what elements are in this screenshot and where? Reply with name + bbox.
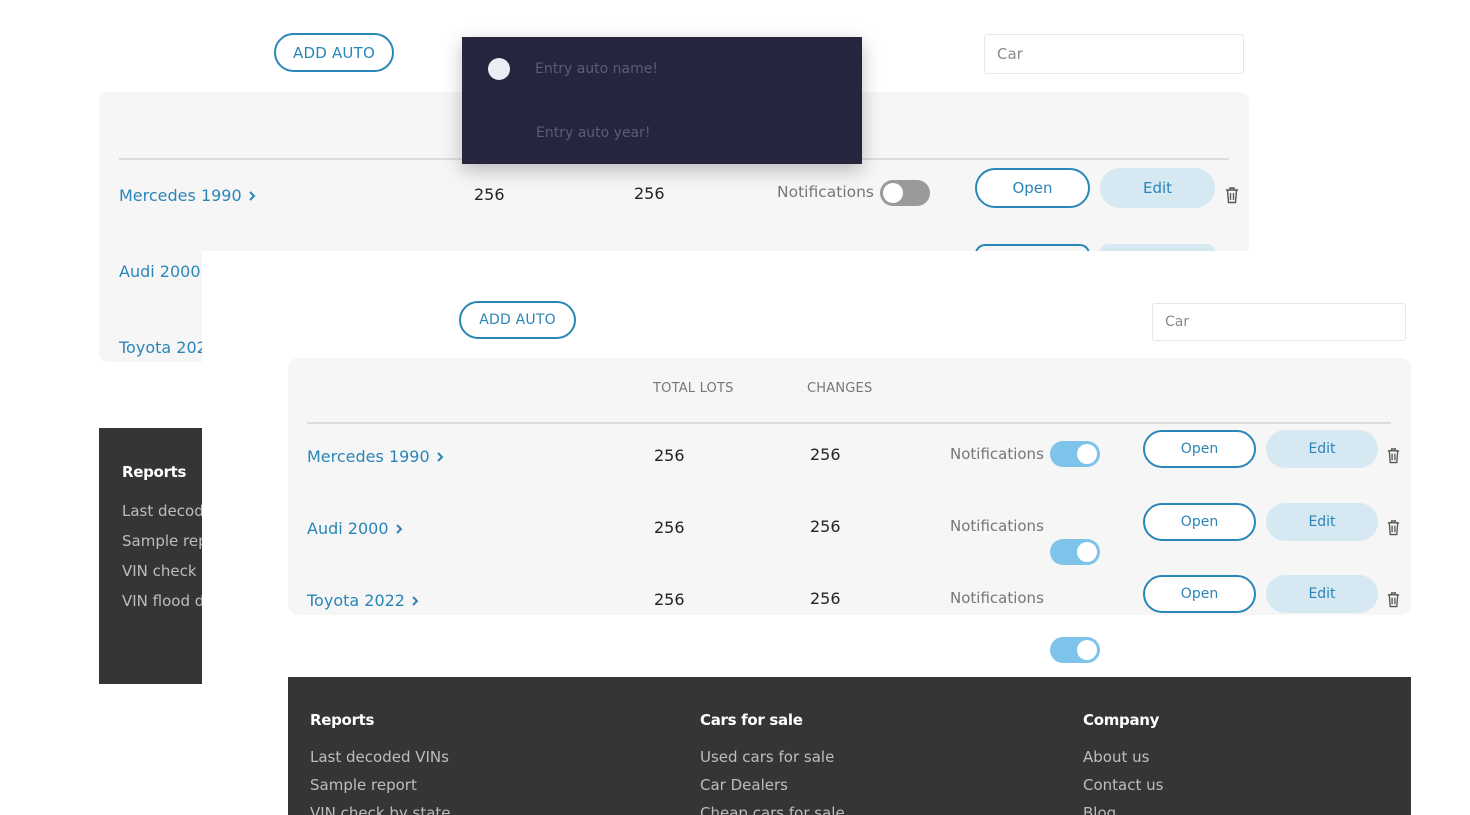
- car-link-mercedes[interactable]: Mercedes 1990: [307, 447, 444, 466]
- add-auto-button[interactable]: ADD AUTO: [459, 301, 576, 339]
- changes-value: 256: [810, 589, 841, 608]
- chevron-right-icon: [395, 523, 402, 534]
- notifications-label: Notifications: [950, 589, 1044, 607]
- footer-heading-cars-for-sale: Cars for sale: [700, 711, 803, 729]
- total-lots-value: 256: [654, 590, 685, 609]
- car-link-toyota[interactable]: Toyota 2022: [307, 591, 419, 610]
- open-button[interactable]: Open: [1143, 430, 1256, 468]
- front-screen: ADD AUTO Car TOTAL LOTS CHANGES Mercedes…: [202, 251, 1470, 815]
- footer-heading-reports: Reports: [310, 711, 375, 729]
- total-lots-value: 256: [654, 446, 685, 465]
- edit-button[interactable]: Edit: [1266, 575, 1378, 613]
- open-button[interactable]: Open: [975, 168, 1090, 208]
- open-button[interactable]: Open: [1143, 503, 1256, 541]
- car-name: Audi 2000: [119, 262, 201, 281]
- footer-link[interactable]: Blog: [1083, 804, 1116, 815]
- car-name: Audi 2000: [307, 519, 389, 538]
- add-auto-button[interactable]: ADD AUTO: [274, 33, 394, 72]
- notifications-label: Notifications: [950, 445, 1044, 463]
- edit-button[interactable]: Edit: [1100, 168, 1215, 208]
- chevron-right-icon: [248, 190, 256, 201]
- edit-button[interactable]: Edit: [1266, 503, 1378, 541]
- car-link-mercedes[interactable]: Mercedes 1990: [119, 186, 256, 205]
- chevron-right-icon: [436, 451, 444, 462]
- notifications-label: Notifications: [777, 183, 875, 201]
- car-link-audi[interactable]: Audi 2000: [119, 262, 201, 281]
- footer-link[interactable]: Cheap cars for sale: [700, 804, 845, 815]
- notifications-toggle[interactable]: [1050, 441, 1100, 467]
- total-lots-value: 256: [474, 185, 505, 204]
- footer-link[interactable]: VIN check by state: [310, 804, 451, 815]
- open-button[interactable]: Open: [1143, 575, 1256, 613]
- radio-dot-icon[interactable]: [488, 58, 510, 80]
- car-name: Mercedes 1990: [307, 447, 430, 466]
- car-link-audi[interactable]: Audi 2000: [307, 519, 403, 538]
- footer: Reports Last decoded VINs Sample report …: [288, 677, 1411, 815]
- footer-link[interactable]: About us: [1083, 748, 1149, 766]
- column-header-total-lots: TOTAL LOTS: [653, 381, 734, 396]
- car-name: Mercedes 1990: [119, 186, 242, 205]
- add-auto-popup: Entry auto name! Entry auto year!: [462, 37, 862, 164]
- trash-icon[interactable]: [1386, 519, 1401, 536]
- trash-icon[interactable]: [1386, 591, 1401, 608]
- column-header-changes: CHANGES: [807, 381, 873, 396]
- footer-link[interactable]: Last decoded VINs: [310, 748, 449, 766]
- footer-link[interactable]: Sample report: [310, 776, 417, 794]
- notifications-toggle[interactable]: [1050, 539, 1100, 565]
- notifications-label: Notifications: [950, 517, 1044, 535]
- notifications-toggle[interactable]: [1050, 637, 1100, 663]
- footer-heading-reports: Reports: [122, 463, 187, 481]
- trash-icon[interactable]: [1386, 447, 1401, 464]
- car-name: Toyota 2022: [307, 591, 405, 610]
- trash-icon[interactable]: [1224, 186, 1240, 204]
- total-lots-value: 256: [654, 518, 685, 537]
- search-input[interactable]: Car: [984, 34, 1244, 74]
- changes-value: 256: [810, 517, 841, 536]
- changes-value: 256: [634, 184, 665, 203]
- footer-link[interactable]: Contact us: [1083, 776, 1163, 794]
- search-input[interactable]: Car: [1152, 303, 1406, 341]
- notifications-toggle[interactable]: [880, 180, 930, 206]
- auto-year-input[interactable]: Entry auto year!: [536, 125, 651, 141]
- auto-name-input[interactable]: Entry auto name!: [535, 61, 658, 77]
- table-divider: [307, 422, 1391, 424]
- footer-link[interactable]: Used cars for sale: [700, 748, 834, 766]
- changes-value: 256: [810, 445, 841, 464]
- chevron-right-icon: [412, 595, 419, 606]
- edit-button[interactable]: Edit: [1266, 430, 1378, 468]
- footer-heading-company: Company: [1083, 711, 1160, 729]
- footer: Reports Last decoded VINs Sample report …: [99, 428, 263, 684]
- footer-link[interactable]: Car Dealers: [700, 776, 788, 794]
